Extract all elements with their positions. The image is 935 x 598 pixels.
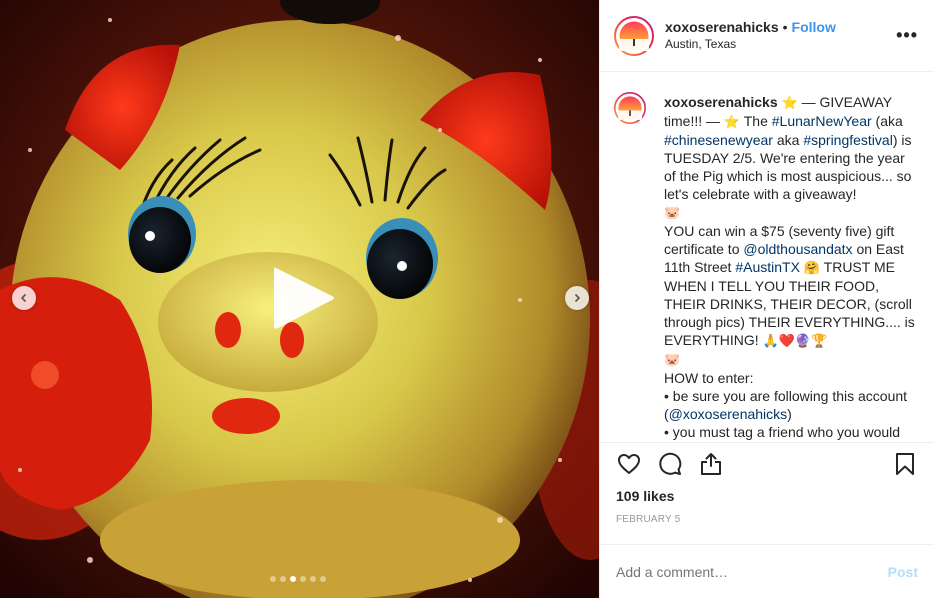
post-date[interactable]: FEBRUARY 5 [616, 514, 680, 525]
post-actions: 109 likes FEBRUARY 5 Post [600, 442, 934, 598]
carousel-dot [320, 576, 326, 582]
carousel-dot [300, 576, 306, 582]
caption: xoxoserenahicks ⭐ — GIVEAWAY time!!! — ⭐… [614, 92, 918, 441]
username-link[interactable]: xoxoserenahicks [665, 19, 779, 35]
carousel-indicator [270, 576, 326, 582]
caption-text: xoxoserenahicks ⭐ — GIVEAWAY time!!! — ⭐… [664, 93, 918, 441]
mention-link[interactable]: @oldthousandatx [743, 241, 852, 257]
caption-text-part: The [740, 113, 772, 129]
post-header: xoxoserenahicks • Follow Austin, Texas ••• [600, 0, 934, 72]
caption-text-part: HOW to enter: [664, 370, 754, 386]
action-buttons [616, 451, 724, 477]
emoji-group: 🙏❤️🔮🏆 [762, 333, 828, 348]
pig-emoji: 🐷 [664, 352, 681, 367]
carousel-dot [270, 576, 276, 582]
play-icon [274, 267, 334, 329]
post-media[interactable] [0, 0, 599, 598]
star-emoji: ⭐ [781, 95, 798, 110]
caption-username-link[interactable]: xoxoserenahicks [664, 94, 778, 110]
pig-emoji: 🐷 [664, 205, 681, 220]
avatar-image [614, 92, 646, 124]
hashtag-link[interactable]: #AustinTX [735, 259, 800, 275]
more-options-button[interactable]: ••• [896, 26, 918, 44]
carousel-dot [280, 576, 286, 582]
add-comment-section: Post [600, 544, 934, 598]
instagram-post: xoxoserenahicks • Follow Austin, Texas ••• [0, 0, 935, 598]
header-text: xoxoserenahicks • Follow Austin, Texas [665, 19, 836, 53]
star-emoji: ⭐ [723, 114, 741, 129]
play-video-button[interactable] [266, 262, 338, 334]
avatar-image [614, 15, 654, 56]
next-slide-button[interactable] [565, 286, 589, 310]
chevron-left-icon [20, 293, 27, 303]
post-side-panel: xoxoserenahicks • Follow Austin, Texas ••• [599, 0, 934, 598]
caption-avatar[interactable] [614, 92, 646, 124]
location-link[interactable]: Austin, Texas [665, 36, 836, 53]
hashtag-link[interactable]: #LunarNewYear [772, 113, 872, 129]
separator-dot: • [782, 18, 788, 35]
previous-slide-button[interactable] [12, 286, 36, 310]
comments-scroll-area[interactable]: xoxoserenahicks ⭐ — GIVEAWAY time!!! — ⭐… [600, 72, 934, 442]
caption-text-part: aka [772, 132, 804, 148]
heart-icon[interactable] [616, 451, 642, 477]
hashtag-link[interactable]: #chinesenewyear [664, 132, 773, 148]
follow-button[interactable]: Follow [792, 19, 836, 35]
comment-input[interactable] [616, 563, 888, 580]
chevron-right-icon [574, 293, 581, 303]
avatar[interactable] [614, 15, 654, 56]
carousel-dot [310, 576, 316, 582]
post-comment-button[interactable]: Post [888, 564, 918, 580]
carousel-dot-active [290, 576, 296, 582]
comment-icon[interactable] [657, 451, 683, 477]
bookmark-icon[interactable] [892, 451, 918, 477]
hug-emoji: 🤗 [803, 260, 821, 275]
hashtag-link[interactable]: #springfestival [803, 132, 893, 148]
share-icon[interactable] [698, 451, 724, 477]
likes-count[interactable]: 109 likes [616, 488, 674, 504]
mention-link[interactable]: @xoxoserenahicks [669, 406, 788, 422]
caption-text-part: ) [787, 406, 792, 422]
caption-text-part: (aka [871, 113, 903, 129]
caption-text-part: • you must tag a friend who you would [664, 424, 901, 440]
